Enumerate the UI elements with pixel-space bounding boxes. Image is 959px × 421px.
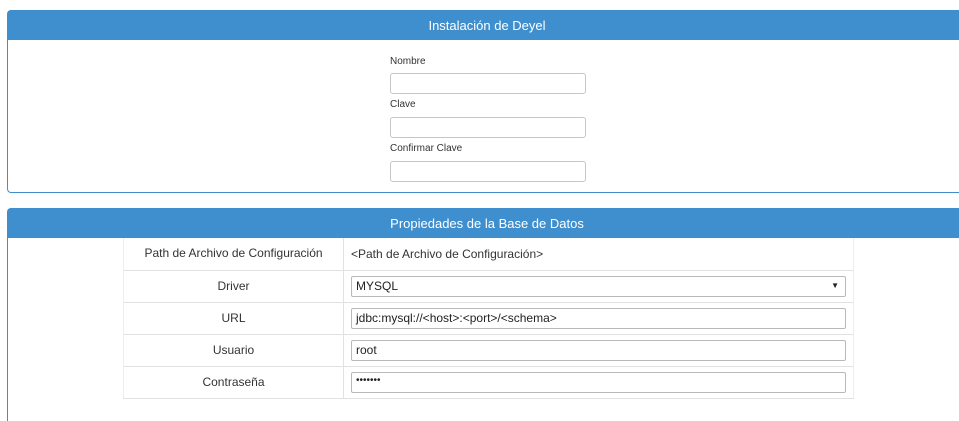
caret-down-icon: ▼ — [831, 280, 839, 290]
nombre-input[interactable] — [390, 73, 586, 94]
table-row: Usuario root — [123, 333, 854, 366]
db-panel: Propiedades de la Base de Datos Path de … — [7, 208, 959, 421]
table-row: Driver MYSQL ▼ — [123, 269, 854, 302]
driver-select[interactable]: MYSQL ▼ — [351, 275, 846, 297]
db-properties-table: Path de Archivo de Configuración <Path d… — [123, 238, 854, 399]
driver-label: Driver — [123, 269, 344, 302]
confirmar-clave-input[interactable] — [390, 161, 586, 182]
table-row: Path de Archivo de Configuración <Path d… — [123, 238, 854, 270]
confirmar-clave-label: Confirmar Clave — [390, 143, 463, 154]
install-panel: Instalación de Deyel Nombre Clave Confir… — [7, 10, 959, 193]
url-input[interactable]: jdbc:mysql://<host>:<port>/<schema> — [351, 307, 846, 329]
driver-selected-value: MYSQL — [356, 278, 399, 293]
usuario-input[interactable]: root — [351, 339, 846, 361]
path-label: Path de Archivo de Configuración — [123, 238, 344, 270]
install-panel-title: Instalación de Deyel — [8, 11, 959, 40]
clave-label: Clave — [390, 99, 416, 110]
path-value: <Path de Archivo de Configuración> — [351, 246, 544, 261]
db-panel-title: Propiedades de la Base de Datos — [8, 209, 959, 238]
password-input[interactable]: ••••••• — [351, 371, 846, 393]
usuario-label: Usuario — [123, 333, 344, 366]
nombre-label: Nombre — [390, 56, 426, 67]
table-row: URL jdbc:mysql://<host>:<port>/<schema> — [123, 301, 854, 334]
url-label: URL — [123, 301, 344, 334]
password-label: Contraseña — [123, 365, 344, 399]
table-row: Contraseña ••••••• — [123, 365, 854, 399]
clave-input[interactable] — [390, 117, 586, 138]
